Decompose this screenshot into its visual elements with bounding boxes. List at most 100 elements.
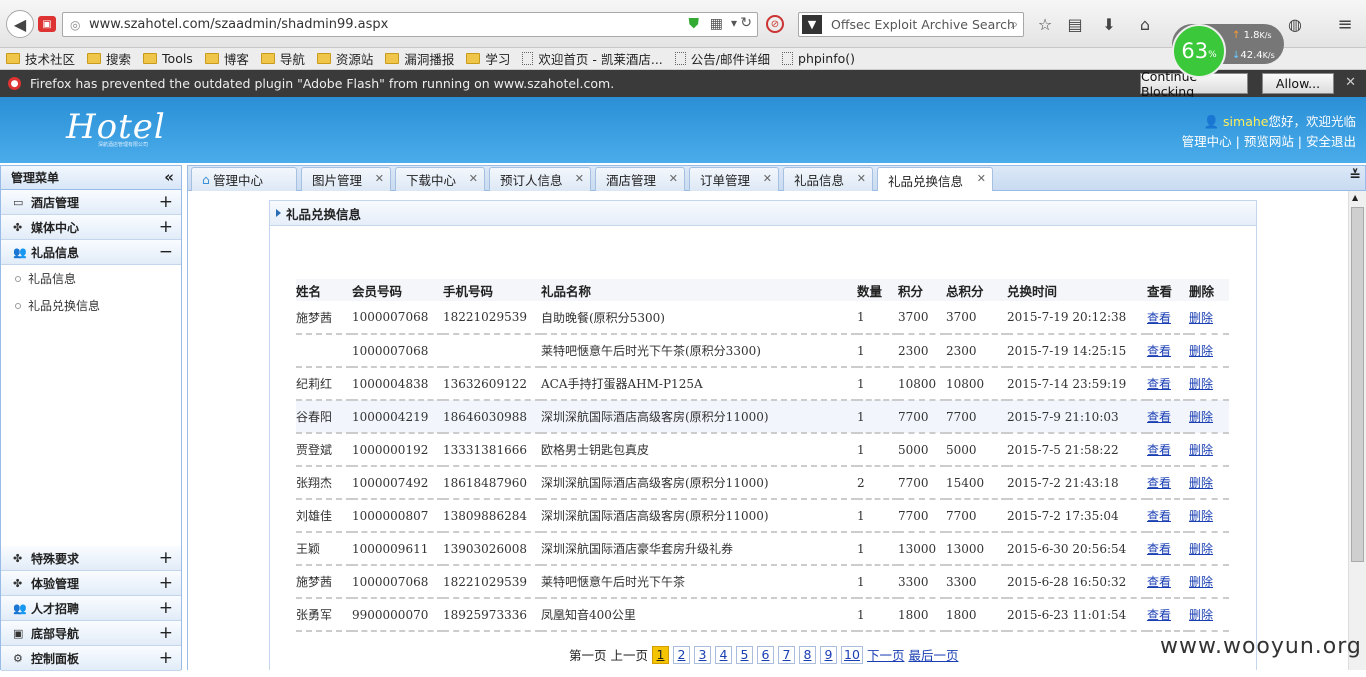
page-link[interactable]: 10 <box>841 645 863 664</box>
bookmark-link[interactable]: 欢迎首页 - 凯莱酒店... <box>522 49 663 68</box>
page-link[interactable]: 4 <box>715 645 733 664</box>
delete-link[interactable]: 删除 <box>1189 608 1213 622</box>
download-icon[interactable]: ⬇ <box>1098 13 1120 35</box>
close-icon[interactable]: ✕ <box>1345 75 1356 90</box>
delete-link[interactable]: 删除 <box>1189 542 1213 556</box>
sidebar-group-control[interactable]: ⚙ 控制面板 + <box>1 646 181 671</box>
sidebar-item-gift-info[interactable]: 礼品信息 <box>1 265 181 292</box>
blocked-icon[interactable]: ⊘ <box>766 15 784 33</box>
delete-link[interactable]: 删除 <box>1189 311 1213 325</box>
back-arrow-icon[interactable]: ◀ <box>6 10 34 38</box>
close-tab-icon[interactable]: ✕ <box>575 172 584 185</box>
page-link[interactable]: 7 <box>778 645 796 664</box>
view-link[interactable]: 查看 <box>1147 410 1171 424</box>
bookmark-link[interactable]: 公告/邮件详细 <box>674 49 770 68</box>
tab-bookers[interactable]: 预订人信息 ✕ <box>489 167 591 191</box>
tab-downloads[interactable]: 下载中心 ✕ <box>395 167 485 191</box>
reload-icon[interactable]: ↻ <box>740 15 752 31</box>
search-icon[interactable]: ⌕ <box>1011 16 1018 32</box>
sidebar-group-gifts[interactable]: 👥 礼品信息 − <box>1 240 181 265</box>
allow-button[interactable]: Allow... <box>1262 73 1334 94</box>
close-tab-icon[interactable]: ✕ <box>469 172 478 185</box>
view-link[interactable]: 查看 <box>1147 344 1171 358</box>
delete-link[interactable]: 删除 <box>1189 476 1213 490</box>
page-link[interactable]: 2 <box>673 645 691 664</box>
delete-link[interactable]: 删除 <box>1189 344 1213 358</box>
close-tab-icon[interactable]: ✕ <box>669 172 678 185</box>
bookmark-folder[interactable]: Tools <box>143 51 193 66</box>
tab-hotel-mgmt[interactable]: 酒店管理 ✕ <box>595 167 685 191</box>
view-link[interactable]: 查看 <box>1147 542 1171 556</box>
bookmark-folder[interactable]: 搜索 <box>87 49 131 68</box>
view-link[interactable]: 查看 <box>1147 377 1171 391</box>
expand-icon[interactable]: + <box>159 648 173 668</box>
sidebar-group-media[interactable]: ✤ 媒体中心 + <box>1 215 181 240</box>
url-bar[interactable]: ◎ www.szahotel.com/szaadmin/shadmin99.as… <box>62 12 758 37</box>
sidebar-group-hotel[interactable]: ▭ 酒店管理 + <box>1 190 181 215</box>
collapse-icon[interactable]: « <box>164 168 174 186</box>
tab-gift-exchange[interactable]: 礼品兑换信息 ✕ <box>877 167 993 192</box>
delete-link[interactable]: 删除 <box>1189 509 1213 523</box>
page-link[interactable]: 1 <box>652 645 670 664</box>
bookmark-folder[interactable]: 漏洞播报 <box>385 49 454 68</box>
page-link[interactable]: 3 <box>694 645 712 664</box>
delete-link[interactable]: 删除 <box>1189 377 1213 391</box>
bookmark-star-icon[interactable]: ☆ <box>1034 13 1056 35</box>
expand-icon[interactable]: + <box>159 623 173 643</box>
delete-link[interactable]: 删除 <box>1189 443 1213 457</box>
sidebar-group-experience[interactable]: ✤ 体验管理 + <box>1 571 181 596</box>
sidebar-item-gift-exchange[interactable]: 礼品兑换信息 <box>1 292 181 319</box>
home-icon[interactable]: ⌂ <box>1134 13 1156 35</box>
tab-admin-center[interactable]: ⌂ 管理中心 <box>191 167 297 191</box>
sidebar-group-footer-nav[interactable]: ▣ 底部导航 + <box>1 621 181 646</box>
expand-icon[interactable]: + <box>159 573 173 593</box>
scroll-up-icon[interactable]: ▲ <box>1352 193 1358 202</box>
delete-link[interactable]: 删除 <box>1189 575 1213 589</box>
bookmark-folder[interactable]: 导航 <box>260 49 305 68</box>
view-link[interactable]: 查看 <box>1147 476 1171 490</box>
search-engine-icon[interactable]: ▼ <box>802 15 822 34</box>
vertical-scrollbar[interactable]: ▲ <box>1348 191 1366 670</box>
close-tab-icon[interactable]: ✕ <box>375 172 384 185</box>
delete-link[interactable]: 删除 <box>1189 410 1213 424</box>
menu-icon[interactable]: ≡ <box>1334 13 1356 35</box>
expand-icon[interactable]: + <box>159 598 173 618</box>
collapse-group-icon[interactable]: − <box>159 242 173 262</box>
view-link[interactable]: 查看 <box>1147 311 1171 325</box>
sidebar-group-special[interactable]: ✤ 特殊要求 + <box>1 546 181 571</box>
tab-gift-info[interactable]: 礼品信息 ✕ <box>783 167 873 191</box>
view-link[interactable]: 查看 <box>1147 608 1171 622</box>
header-links[interactable]: 管理中心 | 预览网站 | 安全退出 <box>1182 131 1356 150</box>
expand-icon[interactable]: + <box>159 217 173 237</box>
bookmark-folder[interactable]: 资源站 <box>316 49 373 68</box>
last-page-link[interactable]: 最后一页 <box>908 645 958 664</box>
page-link[interactable]: 9 <box>820 645 838 664</box>
bookmark-link[interactable]: phpinfo() <box>782 51 855 66</box>
tab-scroll-icon[interactable]: ≚ <box>1349 168 1361 184</box>
search-bar[interactable]: ▼ Offsec Exploit Archive Search ⌕ <box>798 12 1024 37</box>
dropdown-icon[interactable]: ▾ <box>731 16 737 30</box>
tab-images[interactable]: 图片管理 ✕ <box>301 167 391 191</box>
view-link[interactable]: 查看 <box>1147 575 1171 589</box>
next-page-link[interactable]: 下一页 <box>867 645 905 664</box>
expand-icon[interactable]: + <box>159 192 173 212</box>
scroll-thumb[interactable] <box>1351 207 1364 562</box>
view-link[interactable]: 查看 <box>1147 443 1171 457</box>
bookmark-folder[interactable]: 技术社区 <box>6 49 75 68</box>
page-link[interactable]: 6 <box>757 645 775 664</box>
bookmark-folder[interactable]: 博客 <box>204 49 249 68</box>
page-link[interactable]: 5 <box>736 645 754 664</box>
tab-orders[interactable]: 订单管理 ✕ <box>689 167 779 191</box>
bookmark-folder[interactable]: 学习 <box>466 49 510 68</box>
history-icon[interactable]: ▣ <box>38 16 56 32</box>
close-tab-icon[interactable]: ✕ <box>763 172 772 185</box>
reading-list-icon[interactable]: ▤ <box>1064 13 1086 35</box>
expand-icon[interactable]: + <box>159 548 173 568</box>
page-link[interactable]: 8 <box>799 645 817 664</box>
close-tab-icon[interactable]: ✕ <box>977 172 986 185</box>
close-tab-icon[interactable]: ✕ <box>857 172 866 185</box>
sync-icon[interactable]: ◍ <box>1284 13 1306 35</box>
qrcode-icon[interactable]: ▦ <box>710 16 723 32</box>
sidebar-group-recruit[interactable]: 👥 人才招聘 + <box>1 596 181 621</box>
view-link[interactable]: 查看 <box>1147 509 1171 523</box>
